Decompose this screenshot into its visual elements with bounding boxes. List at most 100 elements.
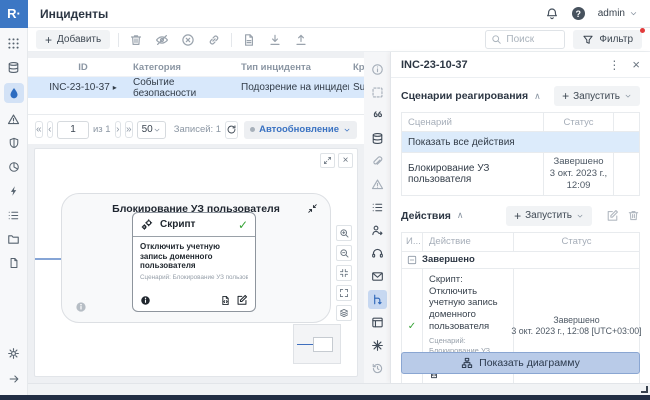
column-header-action[interactable]: Действие bbox=[422, 233, 513, 251]
documents-file-icon[interactable] bbox=[4, 255, 24, 271]
column-header-action-status[interactable]: Статус bbox=[513, 233, 639, 251]
reports-pie-icon[interactable] bbox=[4, 159, 24, 175]
close-panel-icon[interactable]: × bbox=[632, 57, 640, 72]
settings-gear-icon[interactable] bbox=[4, 345, 24, 361]
apps-grid-icon[interactable] bbox=[4, 35, 24, 51]
layers-icon[interactable] bbox=[336, 305, 352, 321]
tab-tasks-icon[interactable] bbox=[368, 198, 387, 217]
column-header-executor[interactable]: И... bbox=[402, 236, 422, 247]
incident-table-row-selected[interactable]: INC-23-10-37▸ Событие безопасности Подоз… bbox=[28, 77, 364, 98]
expand-caret-icon[interactable]: ▸ bbox=[113, 83, 117, 92]
tab-window-icon[interactable] bbox=[368, 313, 387, 332]
tab-response-scenarios-icon[interactable] bbox=[368, 290, 387, 309]
sidebar-item-incidents-drop-icon[interactable] bbox=[4, 83, 24, 103]
tab-attachments-icon[interactable] bbox=[368, 152, 387, 171]
page-of-label: из 1 bbox=[93, 124, 111, 135]
incident-id-cell: INC-23-10-37▸ bbox=[37, 82, 129, 93]
filter-funnel-icon bbox=[582, 34, 594, 46]
refresh-button[interactable] bbox=[225, 121, 238, 139]
tab-selection-frame-icon[interactable] bbox=[368, 83, 387, 102]
column-header-id[interactable]: ID bbox=[37, 62, 129, 73]
resize-handle[interactable] bbox=[641, 386, 648, 393]
column-header-status[interactable]: Статус bbox=[543, 113, 613, 131]
tab-mail-icon[interactable] bbox=[368, 267, 387, 286]
script-file-icon[interactable] bbox=[220, 295, 231, 306]
left-sidebar bbox=[0, 28, 28, 395]
collapse-section-icon[interactable]: ∧ bbox=[534, 91, 541, 102]
import-upload-icon[interactable] bbox=[292, 31, 310, 49]
autorefresh-toggle[interactable]: Автообновление bbox=[244, 121, 357, 139]
page-title: Инциденты bbox=[40, 7, 108, 21]
last-page-button[interactable]: » bbox=[125, 121, 133, 138]
show-all-actions-row[interactable]: Показать все действия bbox=[402, 132, 639, 152]
search-input[interactable] bbox=[506, 34, 559, 45]
column-header-scenario[interactable]: Сценарий bbox=[402, 117, 543, 128]
report-doc-icon[interactable] bbox=[240, 31, 258, 49]
page-number-input[interactable] bbox=[57, 121, 89, 139]
column-header-summary[interactable]: Крат... bbox=[349, 62, 364, 73]
show-diagram-label: Показать диаграмму bbox=[479, 357, 580, 369]
scenario-row[interactable]: Блокирование УЗ пользователя Завершено 3… bbox=[402, 152, 639, 195]
actual-size-icon[interactable] bbox=[336, 285, 352, 301]
tab-comments-icon[interactable] bbox=[368, 106, 387, 125]
tab-data-icon[interactable] bbox=[368, 129, 387, 148]
run-scenario-button[interactable]: + Запустить bbox=[554, 86, 640, 106]
app-logo[interactable]: R· bbox=[0, 0, 28, 28]
notifications-bell-icon[interactable] bbox=[545, 7, 559, 21]
node-info-icon[interactable] bbox=[140, 295, 151, 306]
zoom-in-icon[interactable] bbox=[336, 225, 352, 241]
tab-assignee-icon[interactable] bbox=[368, 221, 387, 240]
column-header-type[interactable]: Тип инцидента bbox=[237, 62, 349, 73]
edit-pencil-icon[interactable] bbox=[236, 294, 248, 306]
add-incident-button[interactable]: + Добавить bbox=[36, 30, 110, 49]
tab-integrations-icon[interactable] bbox=[368, 336, 387, 355]
kebab-menu-icon[interactable]: ⋮ bbox=[608, 58, 620, 72]
user-menu[interactable]: admin bbox=[598, 8, 638, 19]
alerts-warning-icon[interactable] bbox=[4, 111, 24, 127]
action-node-card[interactable]: Скрипт ✓ Отключить учетную запись доменн… bbox=[132, 212, 256, 312]
show-diagram-button[interactable]: Показать диаграмму bbox=[401, 352, 640, 374]
run-action-button[interactable]: + Запустить bbox=[506, 206, 592, 226]
tasks-list-icon[interactable] bbox=[4, 207, 24, 223]
collapse-group-icon[interactable] bbox=[307, 203, 318, 214]
help-icon[interactable]: ? bbox=[572, 7, 585, 20]
column-header-category[interactable]: Категория bbox=[129, 62, 237, 73]
zoom-out-icon[interactable] bbox=[336, 245, 352, 261]
tab-alerts-icon[interactable] bbox=[368, 175, 387, 194]
scenario-group-node[interactable]: Блокирование УЗ пользователя Скрипт ✓ От… bbox=[61, 193, 331, 323]
diagram-close-icon[interactable]: × bbox=[338, 153, 353, 168]
tab-info-icon[interactable] bbox=[368, 60, 387, 79]
collapse-section-icon[interactable]: ∧ bbox=[457, 210, 464, 221]
prev-page-button[interactable]: ‹ bbox=[47, 121, 53, 138]
page-size-select[interactable]: 50 bbox=[137, 121, 166, 139]
export-download-icon[interactable] bbox=[266, 31, 284, 49]
diagram-fullscreen-icon[interactable] bbox=[320, 153, 335, 168]
action-title: Скрипт: Отключить учетную запись доменно… bbox=[429, 274, 509, 333]
group-label: Завершено bbox=[422, 254, 475, 265]
first-page-button[interactable]: « bbox=[35, 121, 43, 138]
status-group-row[interactable]: Завершено bbox=[402, 252, 639, 269]
chevron-down-icon bbox=[624, 92, 632, 100]
user-name: admin bbox=[598, 8, 625, 19]
cancel-circle-icon[interactable] bbox=[179, 31, 197, 49]
collapse-group-minus-icon[interactable] bbox=[407, 255, 417, 265]
filter-button-label: Фильтр bbox=[599, 34, 633, 45]
tab-history-icon[interactable] bbox=[368, 359, 387, 378]
shield-icon[interactable] bbox=[4, 135, 24, 151]
delete-icon[interactable] bbox=[127, 31, 145, 49]
tab-support-icon[interactable] bbox=[368, 244, 387, 263]
link-icon[interactable] bbox=[205, 31, 223, 49]
delete-action-icon[interactable] bbox=[627, 209, 640, 222]
hide-eye-off-icon[interactable] bbox=[153, 31, 171, 49]
automation-bolt-icon[interactable] bbox=[4, 183, 24, 199]
scenario-diagram-canvas[interactable]: × Блокирование УЗ пользователя Скрипт ✓ … bbox=[34, 148, 358, 377]
filter-button[interactable]: Фильтр bbox=[573, 30, 642, 49]
assets-database-icon[interactable] bbox=[4, 59, 24, 75]
next-page-button[interactable]: › bbox=[115, 121, 121, 138]
edit-action-icon[interactable] bbox=[606, 209, 619, 222]
folder-icon[interactable] bbox=[4, 231, 24, 247]
sidebar-expand-arrow-icon[interactable] bbox=[4, 371, 24, 387]
group-info-icon[interactable] bbox=[75, 301, 87, 313]
diagram-minimap[interactable] bbox=[293, 324, 341, 364]
fit-screen-icon[interactable] bbox=[336, 265, 352, 281]
